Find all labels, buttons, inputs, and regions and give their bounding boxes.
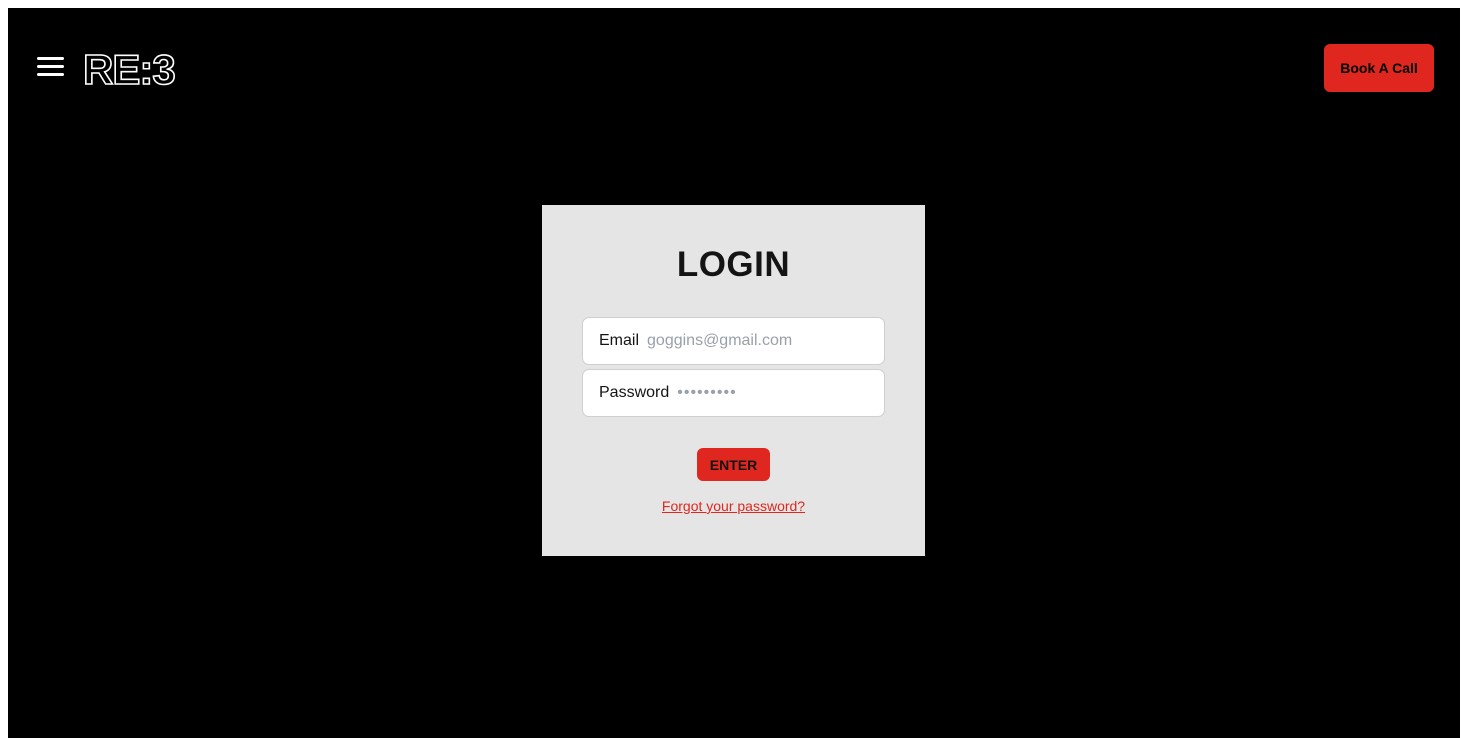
login-title: LOGIN — [676, 245, 791, 284]
page-viewport: RE:3 Book A Call LOGIN Email Password EN… — [8, 8, 1460, 738]
hamburger-menu-icon[interactable] — [37, 57, 65, 79]
email-input[interactable] — [647, 332, 874, 350]
email-field[interactable]: Email — [582, 317, 885, 365]
password-input[interactable] — [677, 384, 874, 402]
login-card: LOGIN Email Password ENTER Forgot your p… — [542, 205, 925, 556]
book-a-call-button[interactable]: Book A Call — [1324, 44, 1434, 92]
brand-logo[interactable]: RE:3 — [82, 51, 188, 87]
password-label: Password — [599, 384, 670, 401]
menu-bar-bottom — [37, 73, 64, 76]
menu-bar-middle — [37, 65, 64, 68]
forgot-password-link[interactable]: Forgot your password? — [542, 498, 925, 514]
email-label: Email — [599, 332, 640, 349]
menu-bar-top — [37, 57, 64, 60]
enter-button[interactable]: ENTER — [697, 448, 770, 481]
brand-logo-text: RE:3 — [83, 51, 175, 87]
password-field[interactable]: Password — [582, 369, 885, 417]
